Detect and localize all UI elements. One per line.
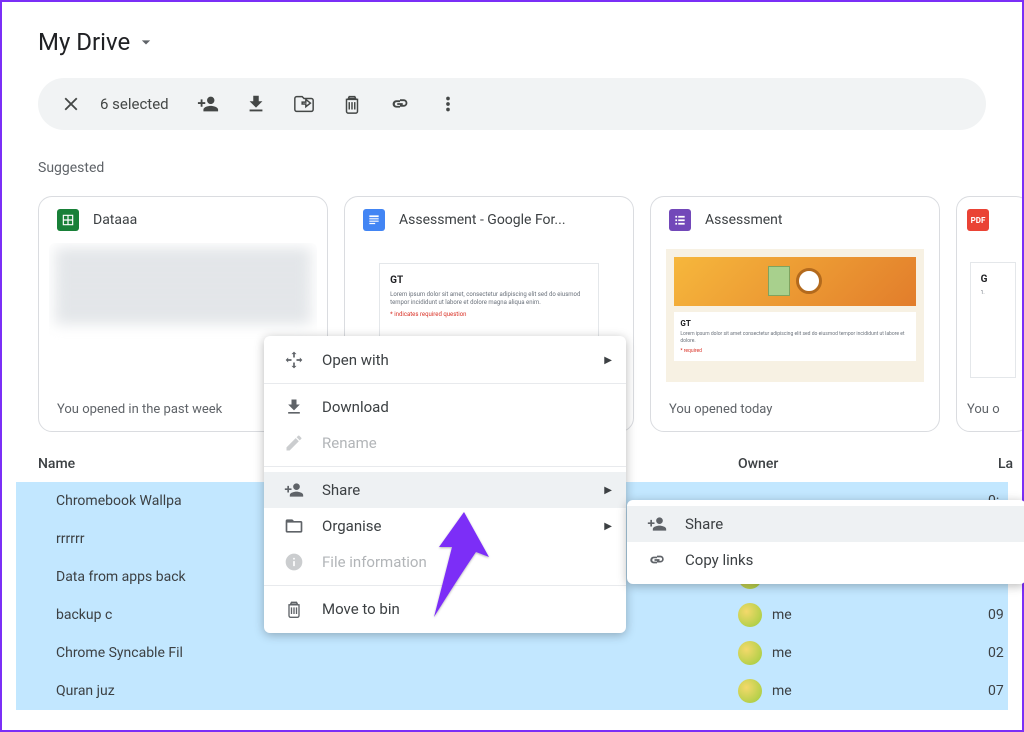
- more-button[interactable]: [429, 85, 467, 123]
- clear-selection-button[interactable]: [52, 85, 90, 123]
- selection-toolbar: 6 selected: [38, 78, 986, 130]
- get-link-button[interactable]: [381, 85, 419, 123]
- docs-icon: [363, 209, 385, 231]
- card-title: Assessment - Google For...: [399, 212, 566, 228]
- close-icon: [60, 93, 82, 115]
- more-vert-icon: [437, 93, 459, 115]
- avatar: [738, 641, 762, 665]
- person-add-icon: [284, 480, 304, 500]
- file-last: 09: [988, 607, 1004, 623]
- submenu-arrow-icon: ▶: [604, 521, 612, 532]
- file-name: Chrome Syncable Fil: [56, 645, 738, 661]
- file-last: 07: [988, 683, 1004, 699]
- context-menu: Open with ▶ Download Rename Share ▶ Orga…: [264, 336, 626, 633]
- menu-rename: Rename: [264, 425, 626, 461]
- breadcrumb-title: My Drive: [38, 28, 130, 56]
- file-owner: me: [738, 603, 988, 627]
- breadcrumb[interactable]: My Drive: [2, 2, 1022, 56]
- file-owner: me: [738, 679, 988, 703]
- menu-file-info: File information: [264, 544, 626, 580]
- delete-button[interactable]: [333, 85, 371, 123]
- card-footer: You o: [957, 388, 1022, 431]
- open-with-icon: [284, 350, 304, 370]
- selection-count: 6 selected: [100, 95, 169, 113]
- download-icon: [284, 397, 304, 417]
- menu-share[interactable]: Share ▶: [264, 472, 626, 508]
- dropdown-icon: [136, 32, 156, 52]
- table-row[interactable]: Quran juz me 07: [16, 672, 1008, 710]
- forms-icon: [669, 209, 691, 231]
- submenu-arrow-icon: ▶: [604, 485, 612, 496]
- suggested-card[interactable]: Assessment GTLorem ipsum dolor sit amet …: [650, 196, 940, 432]
- share-submenu: Share Copy links: [627, 500, 1024, 584]
- menu-open-with[interactable]: Open with ▶: [264, 342, 626, 378]
- trash-icon: [284, 599, 304, 619]
- menu-move-to-bin[interactable]: Move to bin: [264, 591, 626, 627]
- share-button[interactable]: [189, 85, 227, 123]
- column-last-modified[interactable]: La: [998, 456, 1013, 472]
- file-name: Quran juz: [56, 683, 738, 699]
- download-icon: [245, 93, 267, 115]
- link-icon: [647, 550, 667, 570]
- avatar: [738, 603, 762, 627]
- suggested-heading: Suggested: [38, 160, 1022, 176]
- sheets-icon: [57, 209, 79, 231]
- rename-icon: [284, 433, 304, 453]
- preview-thumbnail: GTLorem ipsum dolor sit amet consectetur…: [666, 249, 923, 382]
- link-icon: [389, 93, 411, 115]
- submenu-arrow-icon: ▶: [604, 355, 612, 366]
- submenu-copy-links[interactable]: Copy links: [627, 542, 1024, 578]
- card-footer: You opened today: [651, 388, 939, 431]
- submenu-share[interactable]: Share: [627, 506, 1024, 542]
- move-button[interactable]: [285, 85, 323, 123]
- person-add-icon: [197, 93, 219, 115]
- folder-open-icon: [284, 516, 304, 536]
- menu-download[interactable]: Download: [264, 389, 626, 425]
- person-add-icon: [647, 514, 667, 534]
- avatar: [738, 679, 762, 703]
- table-row[interactable]: Chrome Syncable Fil me 02: [16, 634, 1008, 672]
- file-owner: me: [738, 641, 988, 665]
- menu-organise[interactable]: Organise ▶: [264, 508, 626, 544]
- card-title: Assessment: [705, 212, 782, 228]
- file-last: 02: [988, 645, 1004, 661]
- info-icon: [284, 552, 304, 572]
- column-owner[interactable]: Owner: [738, 456, 998, 472]
- preview-thumbnail: G1.: [970, 262, 1017, 378]
- trash-icon: [341, 93, 363, 115]
- download-button[interactable]: [237, 85, 275, 123]
- card-title: Dataaa: [93, 212, 137, 228]
- suggested-card[interactable]: PDF G1. You o: [956, 196, 1022, 432]
- pdf-icon: PDF: [967, 209, 989, 231]
- move-to-folder-icon: [293, 93, 315, 115]
